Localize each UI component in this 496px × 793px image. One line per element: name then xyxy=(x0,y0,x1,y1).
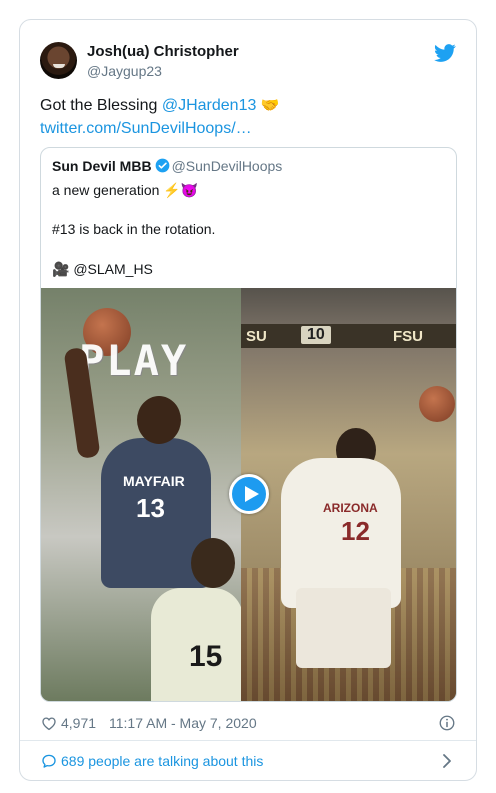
mention-link[interactable]: @JHarden13 xyxy=(162,97,257,114)
mayfair-jersey-text: MAYFAIR xyxy=(123,473,185,489)
player-mayfair-head xyxy=(137,396,181,444)
author-name[interactable]: Josh(ua) Christopher xyxy=(87,43,239,60)
video-thumbnail[interactable]: PLAY MAYFAIR 13 15 SU 10 FSU ARIZONA 12 xyxy=(41,288,456,701)
video-camera-emoji: 🎥 xyxy=(52,261,70,277)
quoted-text-line3-text: @SLAM_HS xyxy=(69,261,153,277)
tweet-timestamp[interactable]: 11:17 AM - May 7, 2020 xyxy=(109,715,257,731)
scoreboard-number: 10 xyxy=(301,326,331,344)
info-icon[interactable] xyxy=(438,714,456,732)
arizona-jersey-text: ARIZONA xyxy=(323,501,378,515)
tweet-card: Josh(ua) Christopher @Jaygup23 Got the B… xyxy=(19,19,477,781)
talking-about-link[interactable]: 689 people are talking about this xyxy=(61,753,263,769)
scoreboard-text-right: FSU xyxy=(393,328,423,345)
like-count[interactable]: 4,971 xyxy=(61,715,96,731)
quoted-text-line1: a new generation ⚡😈 xyxy=(52,182,198,199)
tweet-text: Got the Blessing @JHarden13 🤝 twitter.co… xyxy=(40,94,456,140)
tweet-header: Josh(ua) Christopher @Jaygup23 xyxy=(40,42,456,82)
play-overlay-text: PLAY xyxy=(79,336,189,385)
defender-head xyxy=(191,538,235,588)
footer-divider xyxy=(20,740,476,741)
tweet-footer[interactable]: 689 people are talking about this xyxy=(40,751,456,773)
quoted-author-name[interactable]: Sun Devil MBB xyxy=(52,158,152,174)
quoted-text-line1-text: a new generation xyxy=(52,182,164,198)
scoreboard-text-left: SU xyxy=(246,328,267,345)
handshake-emoji: 🤝 xyxy=(260,97,280,114)
lightning-devil-emoji: ⚡😈 xyxy=(163,182,199,198)
quoted-text-line3: 🎥 @SLAM_HS xyxy=(52,261,153,278)
defender-jersey-number: 15 xyxy=(189,640,223,673)
tweet-meta: 4,971 11:17 AM - May 7, 2020 xyxy=(40,714,456,734)
quoted-tweet-link[interactable]: twitter.com/SunDevilHoops/… xyxy=(40,120,252,137)
twitter-bird-icon[interactable] xyxy=(434,42,456,64)
player-arizona-shorts xyxy=(296,588,391,668)
chevron-right-icon[interactable] xyxy=(440,753,454,769)
avatar[interactable] xyxy=(40,42,77,79)
arizona-jersey-number: 12 xyxy=(341,516,370,546)
verified-badge-icon xyxy=(155,158,169,173)
quoted-tweet-header: Sun Devil MBB @SunDevilHoops xyxy=(52,158,282,174)
mayfair-jersey-number: 13 xyxy=(136,493,165,523)
play-button[interactable] xyxy=(229,474,269,514)
quoted-tweet[interactable]: Sun Devil MBB @SunDevilHoops a new gener… xyxy=(40,147,457,702)
scoreboard-strip xyxy=(241,324,456,348)
heart-icon[interactable] xyxy=(40,714,58,732)
quoted-text-line2: #13 is back in the rotation. xyxy=(52,221,216,237)
basketball-right xyxy=(419,386,455,422)
author-handle[interactable]: @Jaygup23 xyxy=(87,63,162,79)
quoted-author-handle[interactable]: @SunDevilHoops xyxy=(172,158,283,174)
comment-bubble-icon xyxy=(42,754,56,768)
tweet-text-prefix: Got the Blessing xyxy=(40,97,162,114)
